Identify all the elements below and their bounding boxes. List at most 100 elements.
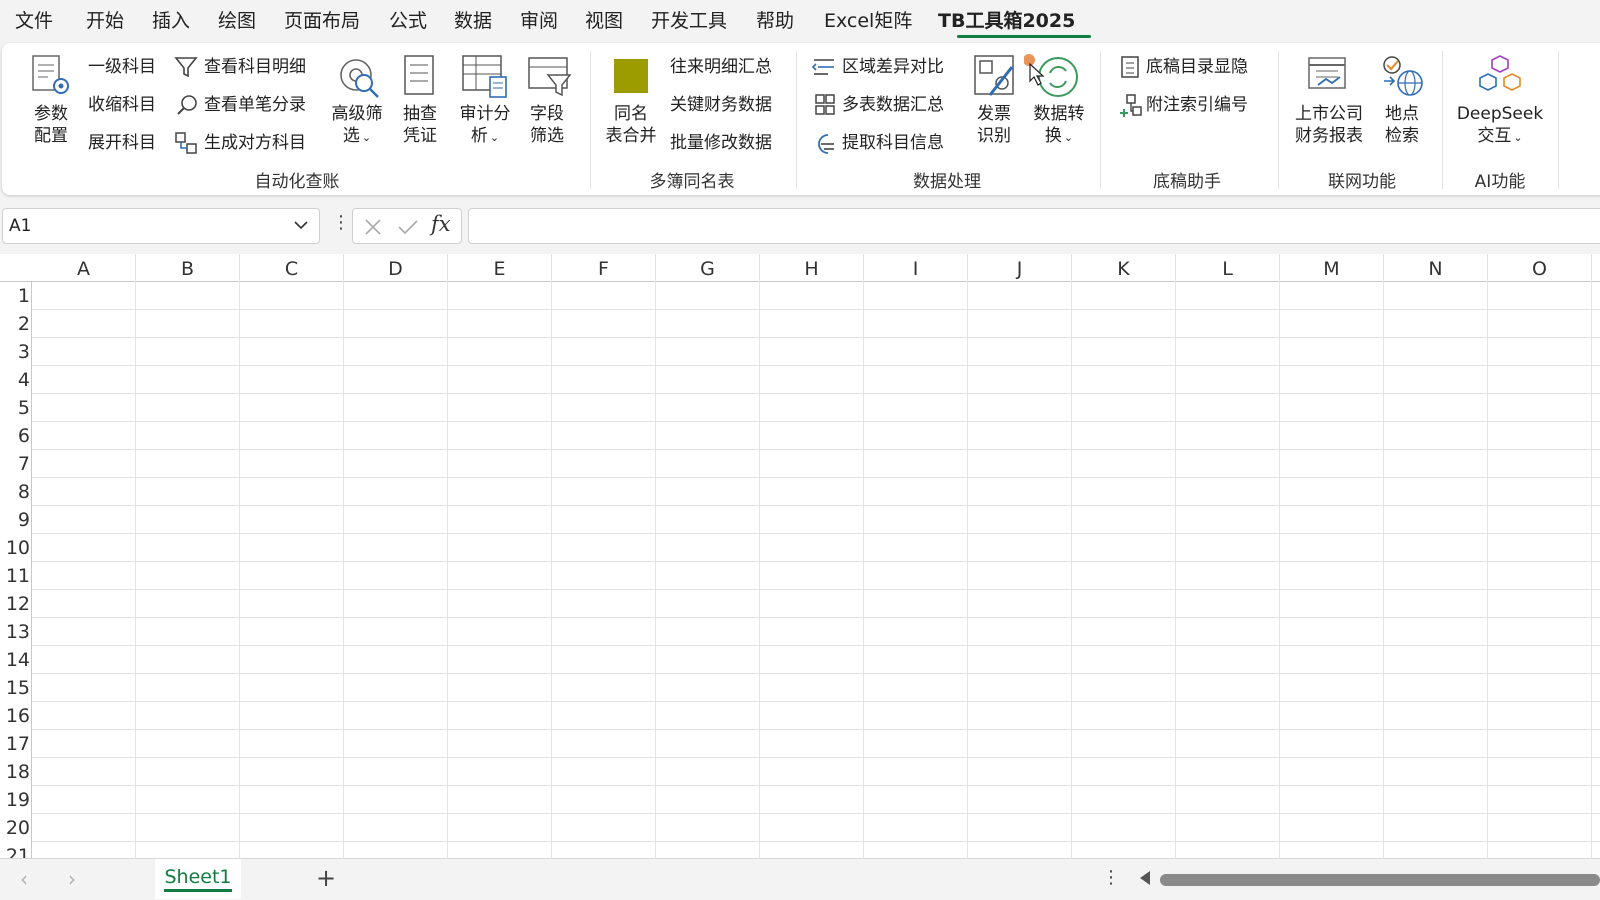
row-header[interactable]: 14 xyxy=(0,646,30,674)
advanced-filter-icon xyxy=(334,55,382,101)
advanced-filter-button[interactable]: 高级筛 选 ⌄ xyxy=(326,103,388,149)
menu-draw[interactable]: 绘图 xyxy=(218,6,256,33)
row-header[interactable]: 5 xyxy=(0,394,30,422)
view-detail-button[interactable]: 查看科目明细 xyxy=(204,57,306,77)
column-header[interactable]: F xyxy=(552,254,656,282)
row-header[interactable]: 9 xyxy=(0,506,30,534)
more-options-icon[interactable]: ⋮ xyxy=(1102,867,1120,888)
collapse-subject-button[interactable]: 收缩科目 xyxy=(88,95,156,115)
cell-area[interactable] xyxy=(32,282,1600,858)
draft-directory-toggle-button[interactable]: 底稿目录显隐 xyxy=(1146,57,1248,77)
ribbon: 参数 配置 一级科目 收缩科目 展开科目 查看科目明细 查看单笔分录 生成对方科… xyxy=(2,43,1600,195)
column-header[interactable]: N xyxy=(1384,254,1488,282)
worksheet-grid: ABCDEFGHIJKLMNO 1 2 3 4 5 6 7 8 9 10 11 12 13 14 15 16 1… xyxy=(0,254,1600,858)
menu-tb-toolbox[interactable]: TB工具箱2025 xyxy=(938,6,1075,33)
menu-view[interactable]: 视图 xyxy=(585,6,623,33)
location-search-icon xyxy=(1378,53,1426,99)
menu-home[interactable]: 开始 xyxy=(86,6,124,33)
row-header[interactable]: 1 xyxy=(0,282,30,310)
merge-label-1: 同名 xyxy=(614,104,648,124)
group-separator xyxy=(1100,51,1101,189)
column-header[interactable]: I xyxy=(864,254,968,282)
menu-help[interactable]: 帮助 xyxy=(756,6,794,33)
row-header[interactable]: 17 xyxy=(0,730,30,758)
generate-opposite-button[interactable]: 生成对方科目 xyxy=(204,133,306,153)
chevron-down-icon: ⌄ xyxy=(489,131,500,144)
field-filter-button[interactable]: 字段 筛选 xyxy=(526,103,568,147)
listed-company-report-button[interactable]: 上市公司 财务报表 xyxy=(1290,103,1368,147)
level1-subject-button[interactable]: 一级科目 xyxy=(88,57,156,77)
next-sheet-icon[interactable]: › xyxy=(68,867,76,891)
extract-subject-button[interactable]: 提取科目信息 xyxy=(842,133,944,153)
row-header[interactable]: 18 xyxy=(0,758,30,786)
row-header[interactable]: 11 xyxy=(0,562,30,590)
note-index-number-button[interactable]: 附注索引编号 xyxy=(1146,95,1248,115)
row-header[interactable]: 3 xyxy=(0,338,30,366)
current-account-summary-button[interactable]: 往来明细汇总 xyxy=(670,57,772,77)
row-header[interactable]: 16 xyxy=(0,702,30,730)
region-diff-button[interactable]: 区域差异对比 xyxy=(842,57,944,77)
row-header[interactable]: 7 xyxy=(0,450,30,478)
deepseek-interact-button[interactable]: DeepSeek 交互 ⌄ xyxy=(1454,103,1546,149)
data-convert-button[interactable]: 数据转 换 ⌄ xyxy=(1028,103,1090,149)
column-header[interactable]: C xyxy=(240,254,344,282)
row-header[interactable]: 19 xyxy=(0,786,30,814)
column-header[interactable]: K xyxy=(1072,254,1176,282)
field-filter-icon xyxy=(526,55,572,99)
row-header[interactable]: 12 xyxy=(0,590,30,618)
row-header[interactable]: 13 xyxy=(0,618,30,646)
param-config-button[interactable]: 参数 配置 xyxy=(30,103,72,147)
row-header[interactable]: 8 xyxy=(0,478,30,506)
name-box[interactable]: A1 xyxy=(2,208,320,244)
key-finance-data-button[interactable]: 关键财务数据 xyxy=(670,95,772,115)
row-header[interactable]: 21 xyxy=(0,842,30,858)
batch-modify-button[interactable]: 批量修改数据 xyxy=(670,133,772,153)
more-options-icon[interactable]: ⋮ xyxy=(332,212,350,233)
row-header[interactable]: 2 xyxy=(0,310,30,338)
row-header[interactable]: 6 xyxy=(0,422,30,450)
invoice-recognition-button[interactable]: 发票 识别 xyxy=(972,103,1016,147)
audit-analysis-button[interactable]: 审计分 析 ⌄ xyxy=(456,103,514,149)
expand-subject-button[interactable]: 展开科目 xyxy=(88,133,156,153)
column-header[interactable]: B xyxy=(136,254,240,282)
cancel-icon[interactable] xyxy=(363,217,383,241)
column-header[interactable]: O xyxy=(1488,254,1592,282)
sheet-tab[interactable]: Sheet1 xyxy=(155,859,241,899)
column-header[interactable]: H xyxy=(760,254,864,282)
confirm-icon[interactable] xyxy=(397,217,419,241)
column-header[interactable]: G xyxy=(656,254,760,282)
row-header[interactable]: 20 xyxy=(0,814,30,842)
scroll-left-icon[interactable] xyxy=(1140,871,1150,885)
column-header[interactable]: E xyxy=(448,254,552,282)
menu-file[interactable]: 文件 xyxy=(15,6,53,33)
add-sheet-button[interactable]: + xyxy=(316,864,336,892)
column-header[interactable]: A xyxy=(32,254,136,282)
formula-input[interactable] xyxy=(468,208,1600,244)
menu-page-layout[interactable]: 页面布局 xyxy=(284,6,360,33)
menu-excel-matrix[interactable]: Excel矩阵 xyxy=(824,6,912,33)
chevron-down-icon: ⌄ xyxy=(361,131,372,144)
menu-review[interactable]: 审阅 xyxy=(520,6,558,33)
menu-insert[interactable]: 插入 xyxy=(152,6,190,33)
row-header[interactable]: 15 xyxy=(0,674,30,702)
location-search-button[interactable]: 地点 检索 xyxy=(1382,103,1422,147)
row-header[interactable]: 4 xyxy=(0,366,30,394)
insert-function-button[interactable]: fx xyxy=(431,212,451,236)
menu-formulas[interactable]: 公式 xyxy=(389,6,427,33)
row-header[interactable]: 10 xyxy=(0,534,30,562)
location-search-label-2: 检索 xyxy=(1385,126,1419,146)
merge-same-name-button[interactable]: 同名 表合并 xyxy=(600,103,662,147)
menu-developer[interactable]: 开发工具 xyxy=(651,6,727,33)
chevron-down-icon[interactable] xyxy=(293,217,309,237)
field-filter-label-1: 字段 xyxy=(530,104,564,124)
horizontal-scrollbar[interactable] xyxy=(1160,874,1600,886)
multi-table-sum-button[interactable]: 多表数据汇总 xyxy=(842,95,944,115)
view-entry-button[interactable]: 查看单笔分录 xyxy=(204,95,306,115)
sample-voucher-button[interactable]: 抽查 凭证 xyxy=(400,103,440,147)
prev-sheet-icon[interactable]: ‹ xyxy=(20,867,28,891)
column-header[interactable]: L xyxy=(1176,254,1280,282)
column-header[interactable]: J xyxy=(968,254,1072,282)
column-header[interactable]: M xyxy=(1280,254,1384,282)
menu-data[interactable]: 数据 xyxy=(454,6,492,33)
column-header[interactable]: D xyxy=(344,254,448,282)
